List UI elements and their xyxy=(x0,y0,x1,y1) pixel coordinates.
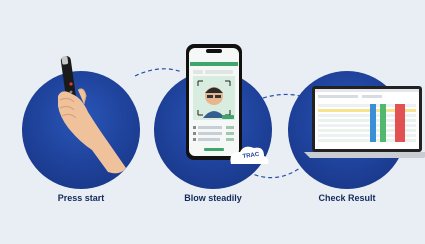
step-1-label: Press start xyxy=(57,193,105,203)
step-2-label: Blow steadily xyxy=(184,193,242,203)
step-3-label: Check Result xyxy=(318,193,376,203)
laptop-results-icon xyxy=(304,86,425,158)
process-steps-illustration: TRAC Press start Blow steadily Check Res… xyxy=(0,0,425,244)
